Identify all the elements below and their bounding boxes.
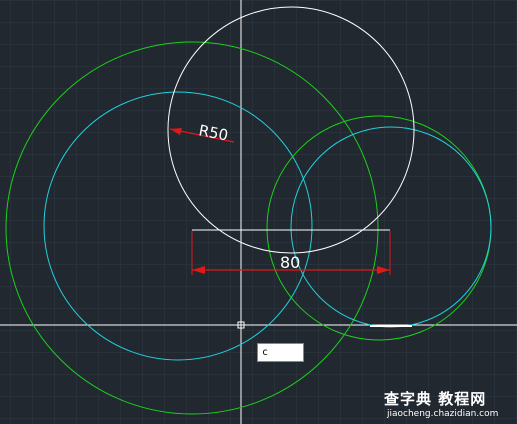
watermark-logo: 查字典 教程网 jiaocheng.chazidian.com xyxy=(384,388,514,422)
dynamic-input-box[interactable]: c xyxy=(257,343,304,362)
distance-label: 80 xyxy=(280,253,300,272)
dynamic-input-text: c xyxy=(262,347,269,358)
watermark-url-text: jiaocheng.chazidian.com xyxy=(387,409,499,419)
watermark-main-text: 查字典 教程网 xyxy=(384,390,487,408)
